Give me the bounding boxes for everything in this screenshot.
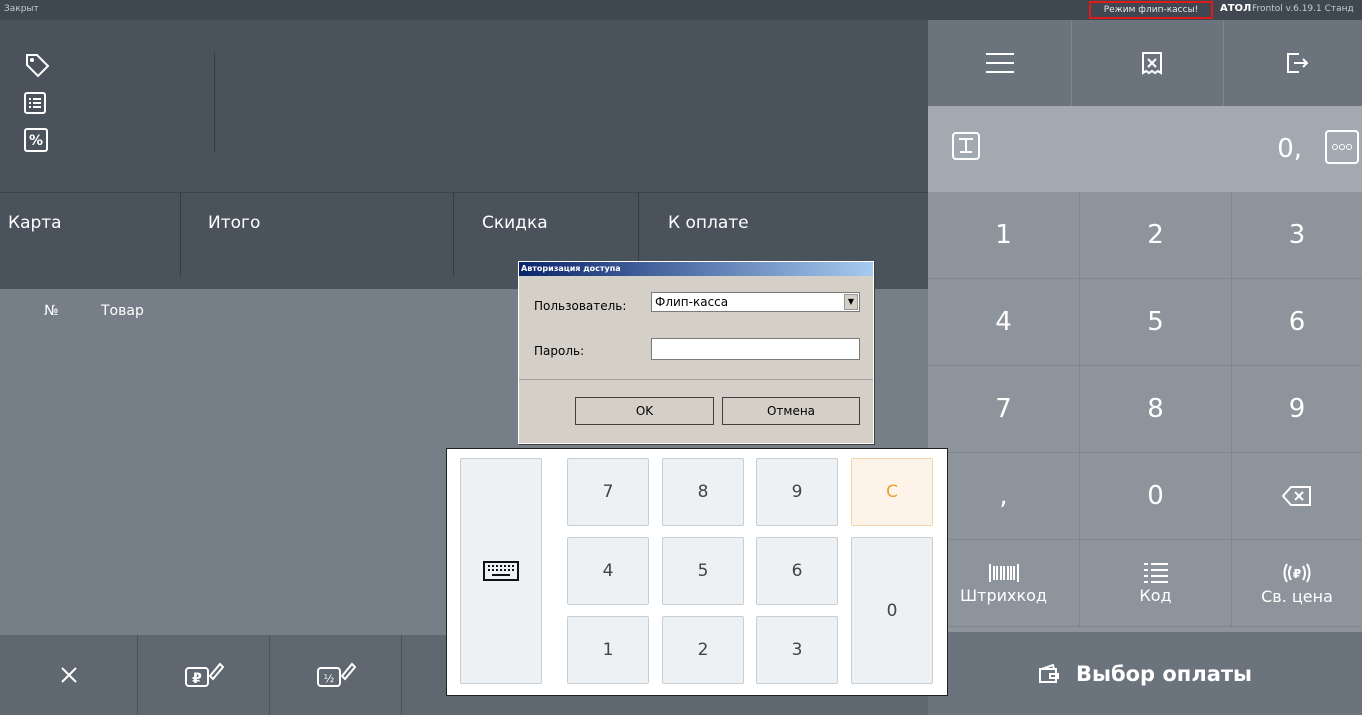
edit-price-icon: ₽ <box>184 662 224 687</box>
more-icon[interactable] <box>1325 130 1359 168</box>
tag-icon[interactable] <box>24 52 50 82</box>
discount-label: Скидка <box>482 213 548 233</box>
edit-quantity-button[interactable]: ½ <box>270 635 402 715</box>
code-label: Код <box>1139 585 1172 605</box>
list-icon[interactable] <box>24 92 46 118</box>
backspace-icon <box>1282 486 1311 506</box>
free-price-label: Св. цена <box>1261 586 1333 606</box>
numpad-clear-button[interactable]: C <box>851 458 933 526</box>
barcode-button[interactable]: Штрихкод <box>928 540 1080 627</box>
total-label: Итого <box>208 213 261 233</box>
column-product: Товар <box>101 303 144 319</box>
key-5[interactable]: 5 <box>1080 279 1232 366</box>
numpad-key-8[interactable]: 8 <box>662 458 744 526</box>
right-toolbar <box>928 20 1362 106</box>
payment-select-button[interactable]: Выбор оплаты <box>928 632 1362 715</box>
auth-dialog: Авторизация доступа Пользователь: Флип-к… <box>518 261 874 444</box>
free-price-icon: ₽ <box>1283 563 1311 582</box>
numpad-key-1[interactable]: 1 <box>567 616 649 684</box>
user-label: Пользователь: <box>534 299 627 313</box>
key-4[interactable]: 4 <box>928 279 1080 366</box>
key-8[interactable]: 8 <box>1080 366 1232 453</box>
ok-button[interactable]: OK <box>575 397 714 425</box>
svg-text:₽: ₽ <box>1293 567 1301 581</box>
right-panel: 0, 1 2 3 4 5 6 7 8 9 , 0 Штрихкод Код ₽ … <box>928 20 1362 715</box>
backspace-button[interactable] <box>1232 453 1362 540</box>
receipt-header: % <box>0 20 928 192</box>
scales-icon[interactable] <box>952 132 980 164</box>
brand-logo: АТОЛ <box>1220 3 1252 14</box>
shift-state: Закрыт <box>4 4 39 14</box>
column-number: № <box>44 303 59 319</box>
menu-icon <box>985 53 1014 73</box>
password-label: Пароль: <box>534 344 585 358</box>
key-0[interactable]: 0 <box>1080 453 1232 540</box>
quantity-input-area[interactable]: 0, <box>928 106 1362 192</box>
list-icon <box>1143 562 1168 583</box>
numpad-key-5[interactable]: 5 <box>662 537 744 605</box>
flip-mode-badge: Режим флип-кассы! <box>1089 1 1213 19</box>
key-1[interactable]: 1 <box>928 192 1080 279</box>
numpad-key-6[interactable]: 6 <box>756 537 838 605</box>
keyboard-icon <box>483 561 519 581</box>
cancel-item-button[interactable] <box>0 635 138 715</box>
payment-select-label: Выбор оплаты <box>1075 661 1253 686</box>
wallet-icon <box>1038 663 1059 683</box>
key-comma[interactable]: , <box>928 453 1080 540</box>
divider <box>519 379 873 380</box>
card-label: Карта <box>8 213 62 233</box>
numpad-key-2[interactable]: 2 <box>662 616 744 684</box>
numpad-key-4[interactable]: 4 <box>567 537 649 605</box>
logout-icon <box>1287 53 1309 73</box>
menu-button[interactable] <box>928 20 1072 106</box>
user-select[interactable]: Флип-касса ▼ <box>651 292 860 312</box>
barcode-label: Штрихкод <box>960 585 1047 605</box>
svg-text:½: ½ <box>323 672 334 685</box>
dialog-title: Авторизация доступа <box>519 262 873 276</box>
key-7[interactable]: 7 <box>928 366 1080 453</box>
code-button[interactable]: Код <box>1080 540 1232 627</box>
key-9[interactable]: 9 <box>1232 366 1362 453</box>
svg-text:₽: ₽ <box>192 671 202 687</box>
user-select-value: Флип-касса <box>655 295 729 309</box>
onscreen-numpad: 7 8 9 C 4 5 6 0 1 2 3 <box>446 448 948 696</box>
percent-icon[interactable]: % <box>24 128 48 156</box>
edit-price-button[interactable]: ₽ <box>138 635 270 715</box>
password-field[interactable] <box>651 338 860 360</box>
cancel-button[interactable]: Отмена <box>722 397 860 425</box>
close-icon <box>60 667 77 683</box>
divider <box>180 193 181 277</box>
keyboard-toggle-button[interactable] <box>460 458 542 684</box>
version-label: Frontol v.6.19.1 Станд <box>1252 4 1354 14</box>
to-pay-label: К оплате <box>668 213 749 233</box>
numeric-keypad: 1 2 3 4 5 6 7 8 9 , 0 Штрихкод Код ₽ Св.… <box>928 192 1362 628</box>
key-6[interactable]: 6 <box>1232 279 1362 366</box>
key-3[interactable]: 3 <box>1232 192 1362 279</box>
logout-button[interactable] <box>1232 20 1362 106</box>
divider <box>453 193 454 277</box>
svg-text:%: % <box>29 133 43 149</box>
key-2[interactable]: 2 <box>1080 192 1232 279</box>
numpad-key-3[interactable]: 3 <box>756 616 838 684</box>
edit-fraction-icon: ½ <box>316 662 356 687</box>
status-bar: Закрыт Режим флип-кассы! АТОЛ Frontol v.… <box>0 0 1362 20</box>
receipt-cancel-icon <box>1141 52 1162 75</box>
numpad-key-9[interactable]: 9 <box>756 458 838 526</box>
numpad-key-7[interactable]: 7 <box>567 458 649 526</box>
free-price-button[interactable]: ₽ Св. цена <box>1232 540 1362 627</box>
chevron-down-icon[interactable]: ▼ <box>844 294 858 310</box>
input-value: 0, <box>1277 134 1302 164</box>
divider <box>214 52 215 152</box>
numpad-key-0[interactable]: 0 <box>851 537 933 684</box>
cancel-receipt-button[interactable] <box>1080 20 1224 106</box>
barcode-icon <box>988 563 1019 582</box>
